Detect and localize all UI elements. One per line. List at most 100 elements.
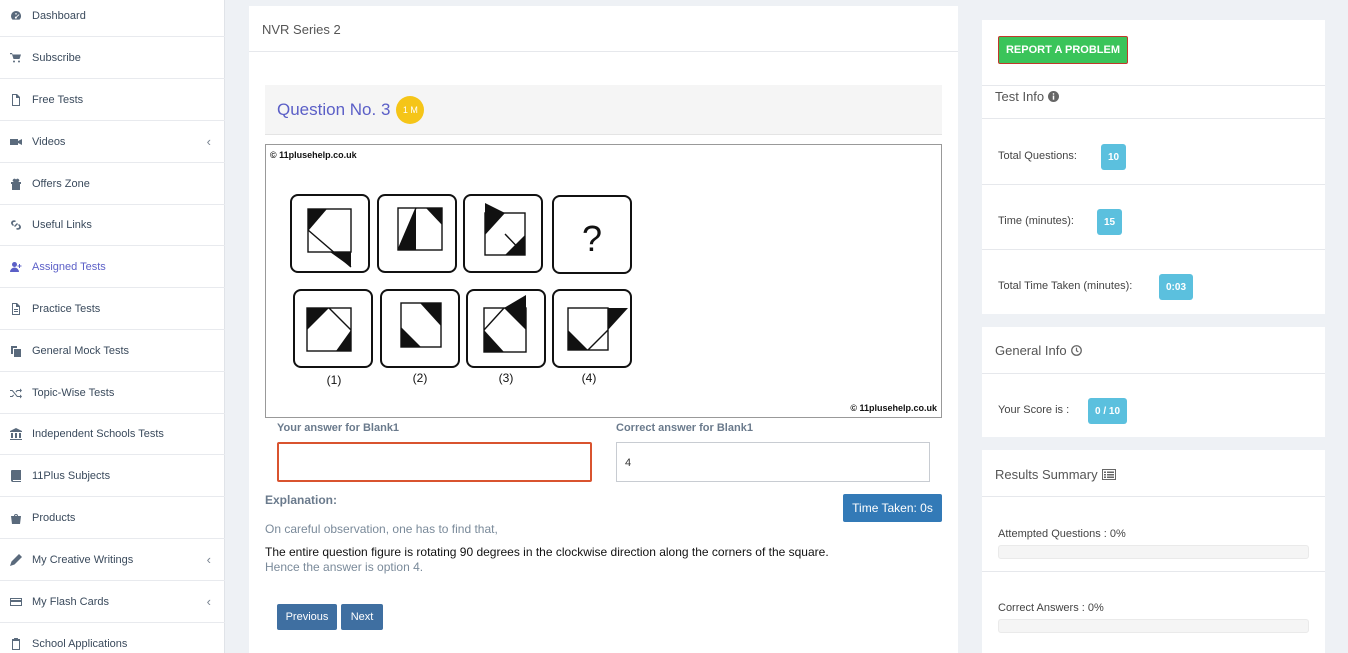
cart-icon <box>8 50 24 66</box>
file-text-icon <box>8 301 24 317</box>
sidebar-item-dashboard[interactable]: Dashboard <box>0 0 225 37</box>
gift-icon <box>8 176 24 192</box>
mark-badge: 1 M <box>396 95 425 124</box>
sidebar-item-label: Products <box>32 511 76 524</box>
results-summary-panel: Results Summary Attempted Questions : 0%… <box>982 450 1325 653</box>
time-row: Time (minutes): 15 <box>982 184 1325 249</box>
explanation-label: Explanation: <box>265 493 338 507</box>
sidebar-item-label: My Flash Cards <box>32 595 110 608</box>
your-answer-input[interactable] <box>277 442 592 482</box>
question-panel: NVR Series 2 Question No. 3 1 M © 11plus… <box>249 6 958 653</box>
info-icon <box>1048 91 1060 102</box>
sidebar-item-assigned-tests[interactable]: Assigned Tests <box>0 246 225 288</box>
sidebar-item-offers-zone[interactable]: Offers Zone <box>0 163 225 205</box>
total-questions-badge: 10 <box>1101 144 1127 170</box>
question-title: Question No. 3 <box>277 99 391 119</box>
pencil-icon <box>8 552 24 568</box>
page-title: NVR Series 2 <box>249 6 958 52</box>
sidebar-item-label: Subscribe <box>32 51 81 64</box>
question-header: Question No. 3 1 M <box>265 85 942 135</box>
correct-answer-field: 4 <box>616 442 930 482</box>
sidebar-item-free-tests[interactable]: Free Tests <box>0 79 225 121</box>
sidebar-item-label: Practice Tests <box>32 302 101 315</box>
option-label: (3) <box>499 371 514 385</box>
sidebar-item-general-mock-tests[interactable]: General Mock Tests <box>0 330 225 372</box>
score-row: Your Score is : 0 / 10 <box>982 373 1325 437</box>
sidebar-item-my-flash-cards[interactable]: My Flash Cards ‹ <box>0 581 225 623</box>
test-info-panel: REPORT A PROBLEM Test Info Total Questio… <box>982 20 1325 314</box>
chevron-left-icon[interactable]: ‹ <box>207 134 211 149</box>
sidebar-item-label: My Creative Writings <box>32 553 134 566</box>
sidebar-item-products[interactable]: Products <box>0 497 225 539</box>
clipboard-icon <box>8 636 24 652</box>
option-label: (2) <box>413 371 428 385</box>
attempted-progress-bar <box>998 545 1309 559</box>
dashboard-icon <box>8 8 24 24</box>
total-questions-label: Total Questions: <box>998 150 1077 162</box>
copy-icon <box>8 343 24 359</box>
sidebar-item-practice-tests[interactable]: Practice Tests <box>0 288 225 330</box>
total-time-row: Total Time Taken (minutes): 0:03 <box>982 249 1325 314</box>
explanation-text: The entire question figure is rotating 9… <box>265 545 829 559</box>
shopping-bag-icon <box>8 510 24 526</box>
sidebar-item-videos[interactable]: Videos ‹ <box>0 121 225 163</box>
question-mark: ? <box>582 218 602 259</box>
results-summary-title-text: Results Summary <box>995 467 1098 482</box>
sidebar-item-label: Topic-Wise Tests <box>32 386 115 399</box>
correct-row: Correct Answers : 0% <box>982 571 1325 653</box>
institution-icon <box>8 426 24 442</box>
sidebar-item-label: Independent Schools Tests <box>32 427 164 440</box>
list-alt-icon <box>1101 469 1116 480</box>
test-info-header: Test Info <box>982 85 1325 119</box>
sidebar-item-label: Assigned Tests <box>32 260 106 273</box>
sidebar: Dashboard Subscribe Free Tests Videos ‹ … <box>0 0 225 653</box>
report-problem-button[interactable]: REPORT A PROBLEM <box>998 36 1128 64</box>
sidebar-item-my-creative-writings[interactable]: My Creative Writings ‹ <box>0 539 225 581</box>
user-plus-icon <box>8 259 24 275</box>
question-figure: © 11plusehelp.co.uk ? (1) (2) (3) (4) © … <box>265 144 942 418</box>
copyright-text: © 11plusehelp.co.uk <box>850 403 937 413</box>
general-info-title-text: General Info <box>995 343 1067 358</box>
book-icon <box>8 468 24 484</box>
previous-button[interactable]: Previous <box>277 604 337 630</box>
correct-label: Correct Answers : 0% <box>998 602 1104 614</box>
clock-icon <box>1070 345 1082 356</box>
sidebar-item-school-applications[interactable]: School Applications <box>0 623 225 653</box>
file-icon <box>8 92 24 108</box>
sidebar-item-label: Offers Zone <box>32 177 90 190</box>
shuffle-icon <box>8 385 24 401</box>
explanation-text: Hence the answer is option 4. <box>265 560 424 574</box>
sidebar-item-topic-wise-tests[interactable]: Topic-Wise Tests <box>0 372 225 414</box>
general-info-title: General Info <box>995 343 1082 358</box>
option-label: (1) <box>327 373 342 387</box>
sidebar-item-label: Free Tests <box>32 93 84 106</box>
total-questions-row: Total Questions: 10 <box>982 118 1325 184</box>
test-info-title-text: Test Info <box>995 89 1045 104</box>
time-badge: 15 <box>1097 209 1123 235</box>
sidebar-item-independent-schools-tests[interactable]: Independent Schools Tests <box>0 413 225 455</box>
time-label: Time (minutes): <box>998 215 1074 227</box>
sidebar-item-subscribe[interactable]: Subscribe <box>0 37 225 79</box>
chevron-left-icon[interactable]: ‹ <box>207 552 211 567</box>
next-button[interactable]: Next <box>341 604 383 630</box>
sidebar-item-label: Useful Links <box>32 218 92 231</box>
attempted-row: Attempted Questions : 0% <box>982 496 1325 571</box>
correct-progress-bar <box>998 619 1309 633</box>
results-summary-title: Results Summary <box>995 467 1116 482</box>
explanation-text: On careful observation, one has to find … <box>265 522 498 536</box>
test-info-title: Test Info <box>995 89 1060 104</box>
link-icon <box>8 217 24 233</box>
video-icon <box>8 134 24 150</box>
sidebar-item-label: 11Plus Subjects <box>32 469 111 482</box>
sidebar-item-label: General Mock Tests <box>32 344 130 357</box>
credit-card-icon <box>8 594 24 610</box>
sidebar-item-useful-links[interactable]: Useful Links <box>0 204 225 246</box>
sidebar-item-11plus-subjects[interactable]: 11Plus Subjects <box>0 455 225 497</box>
total-time-badge: 0:03 <box>1159 274 1194 300</box>
general-info-panel: General Info Your Score is : 0 / 10 <box>982 327 1325 437</box>
attempted-label: Attempted Questions : 0% <box>998 528 1126 540</box>
score-badge: 0 / 10 <box>1088 398 1128 424</box>
chevron-left-icon[interactable]: ‹ <box>207 594 211 609</box>
correct-answer-label: Correct answer for Blank1 <box>616 422 753 434</box>
option-label: (4) <box>582 371 597 385</box>
